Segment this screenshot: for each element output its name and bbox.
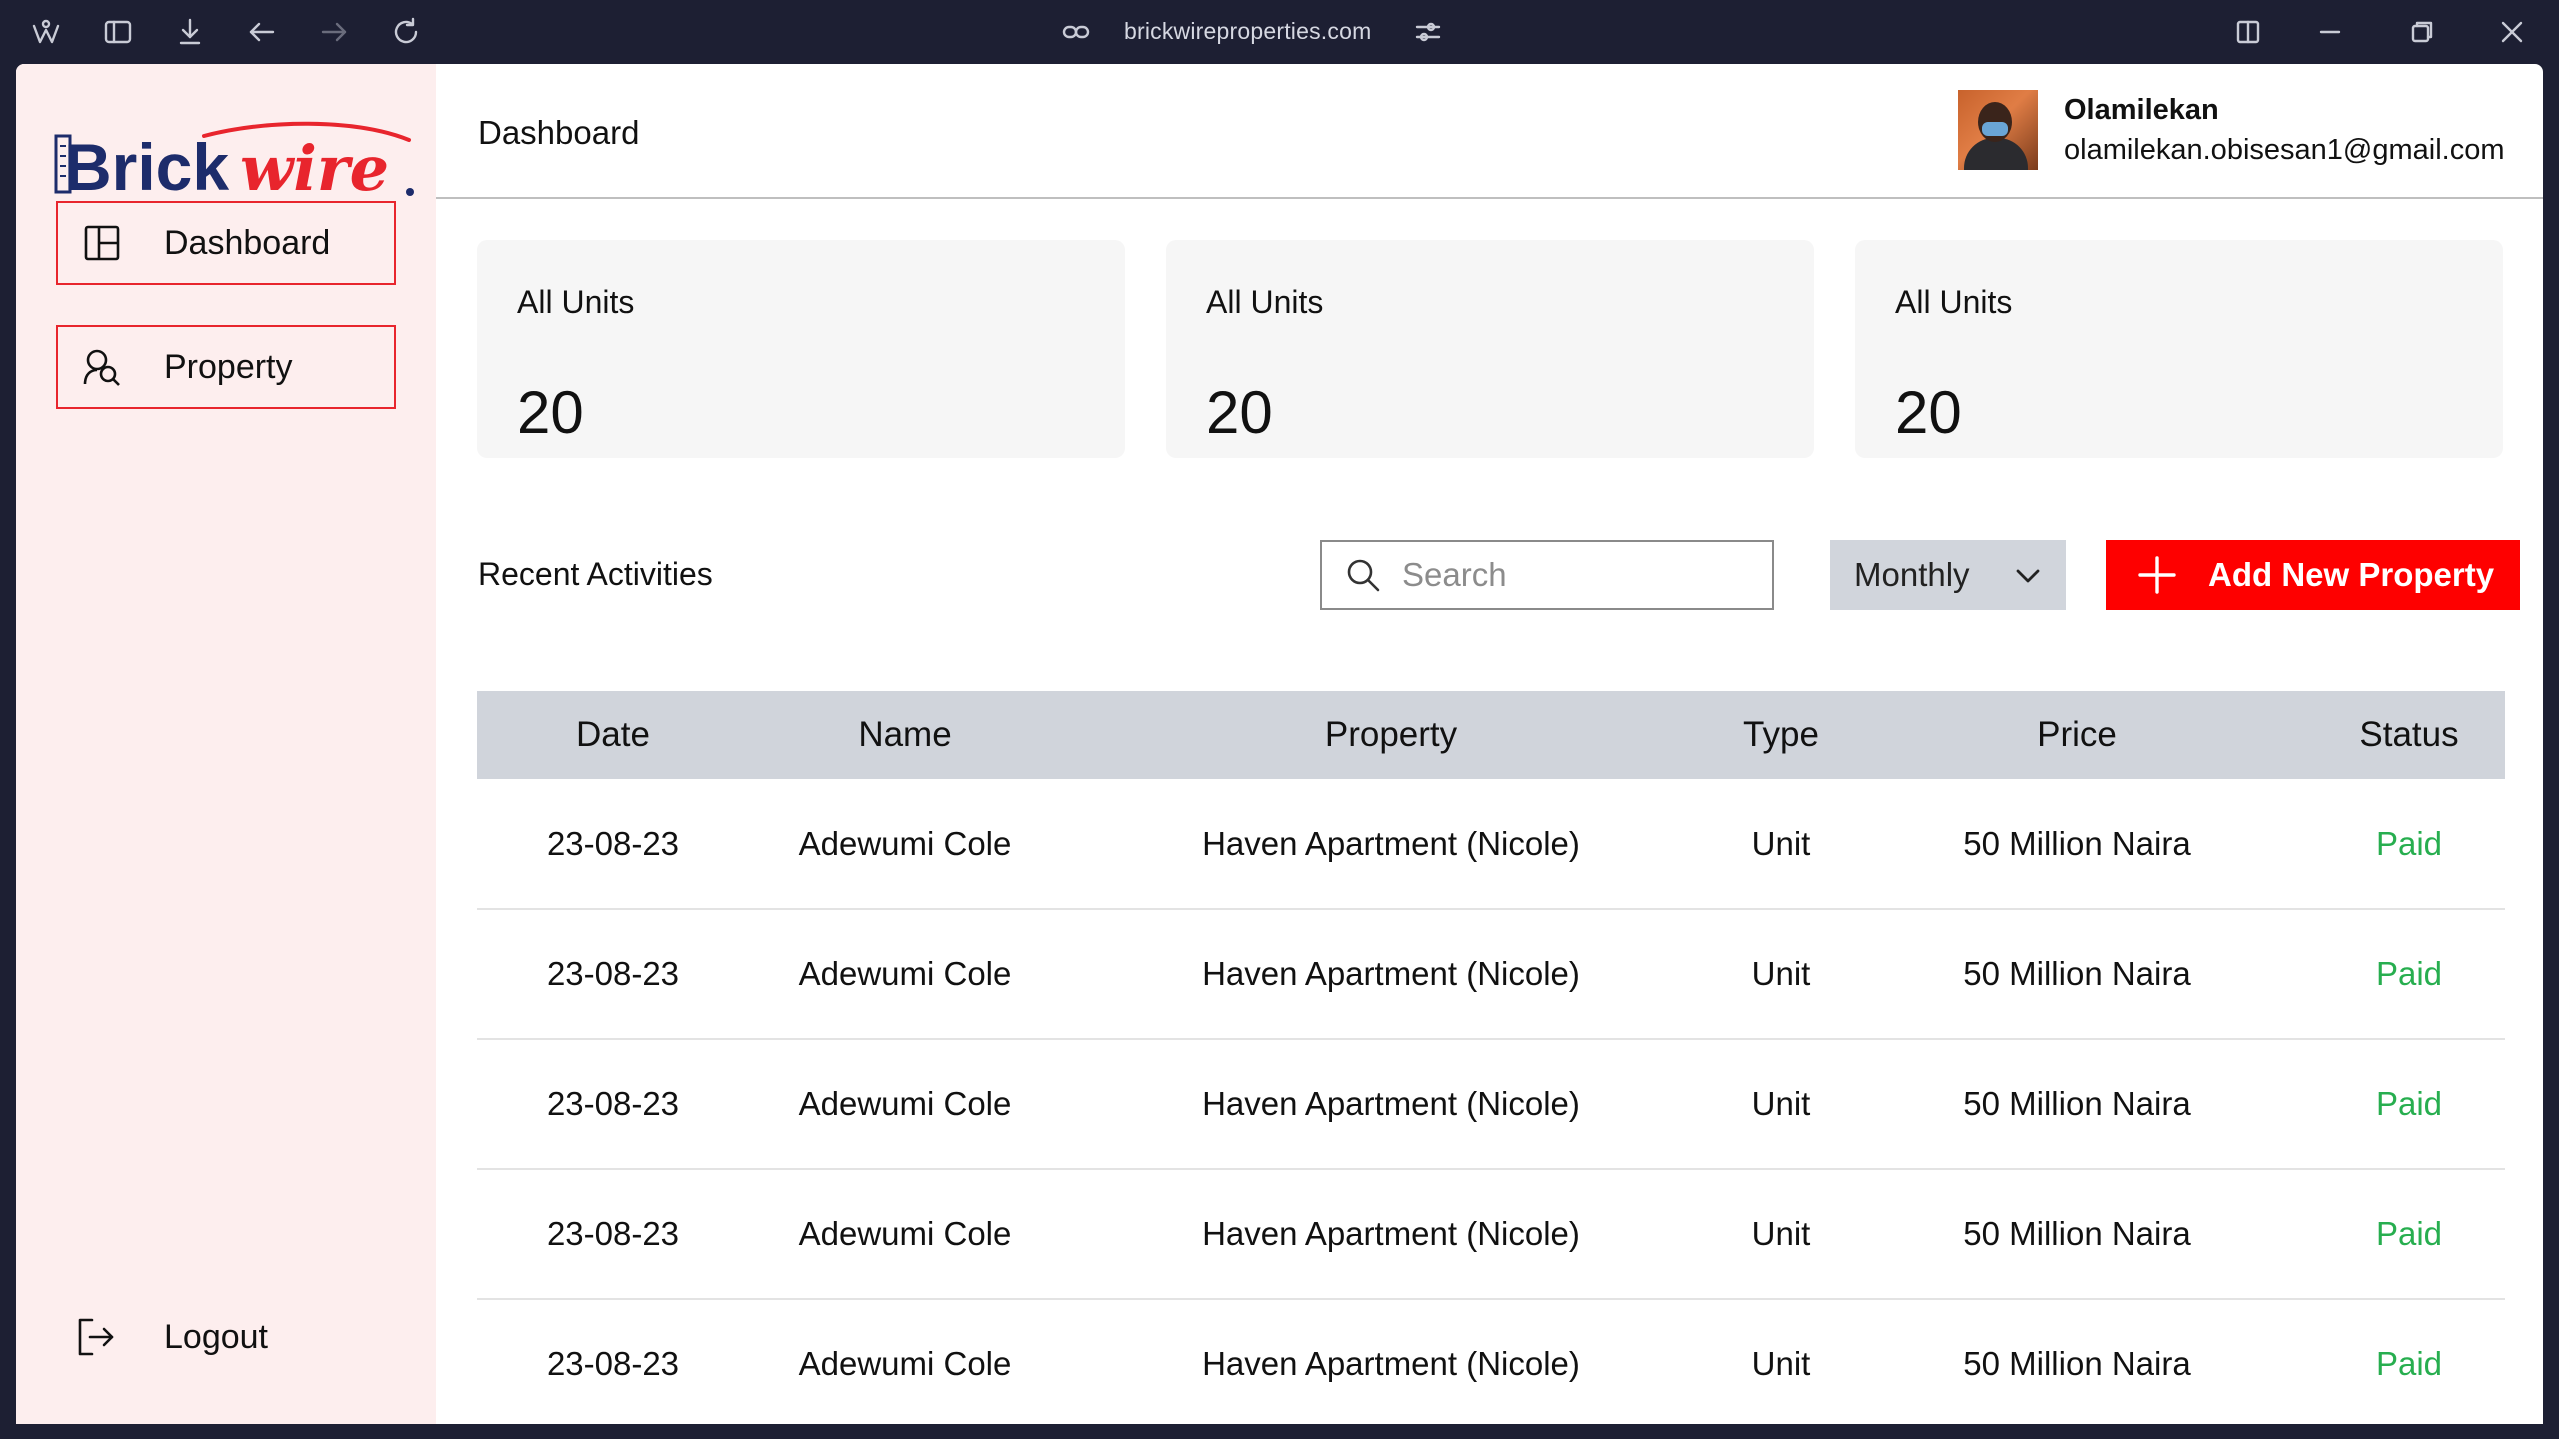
stat-label: All Units [1895, 284, 2013, 320]
recent-activities-title: Recent Activities [478, 556, 713, 592]
split-view-icon[interactable] [2230, 14, 2266, 50]
stat-label: All Units [1206, 284, 1324, 320]
sidebar-item-label: Property [164, 347, 293, 386]
sidebar-item-label: Dashboard [164, 223, 331, 262]
stat-card: All Units 20 [1855, 240, 2503, 458]
column-header-name[interactable]: Name [749, 691, 1061, 779]
forward-icon[interactable] [316, 14, 352, 50]
column-header-price[interactable]: Price [1841, 691, 2313, 779]
cell-status: Paid [2375, 955, 2443, 992]
cell-status: Paid [2375, 1085, 2443, 1122]
sidebar-item-property[interactable]: Property [56, 325, 396, 409]
column-header-status[interactable]: Status [2313, 691, 2505, 779]
user-email: olamilekan.obisesan1@gmail.com [2064, 134, 2505, 166]
plus-icon [2136, 554, 2178, 596]
stat-value: 20 [517, 379, 584, 446]
cell-date: 23-08-23 [546, 1345, 680, 1382]
stat-value: 20 [1206, 379, 1273, 446]
cell-date: 23-08-23 [546, 1085, 680, 1122]
stat-card: All Units 20 [1166, 240, 1814, 458]
table-row[interactable]: 23-08-23 Adewumi Cole Haven Apartment (N… [477, 1039, 2505, 1169]
cell-name: Adewumi Cole [798, 955, 1012, 992]
stat-card: All Units 20 [477, 240, 1125, 458]
cell-property: Haven Apartment (Nicole) [1202, 1215, 1580, 1252]
search-input[interactable] [1402, 556, 1762, 594]
cell-name: Adewumi Cole [798, 1345, 1012, 1382]
table-row[interactable]: 23-08-23 Adewumi Cole Haven Apartment (N… [477, 1169, 2505, 1299]
cell-date: 23-08-23 [546, 1215, 680, 1252]
activities-table: Date Name Property Type Price Status 23-… [477, 691, 2505, 1424]
cell-name: Adewumi Cole [798, 1085, 1012, 1122]
column-header-type[interactable]: Type [1721, 691, 1841, 779]
logout-button[interactable]: Logout [72, 1314, 268, 1360]
svg-text:wire: wire [240, 132, 389, 200]
cell-status: Paid [2375, 824, 2443, 862]
cell-property: Haven Apartment (Nicole) [1202, 1085, 1580, 1122]
brickwire-logo[interactable]: Brick wire [54, 100, 416, 205]
cell-name: Adewumi Cole [798, 1215, 1012, 1252]
chevron-down-icon [2012, 560, 2044, 592]
cell-status: Paid [2375, 1215, 2443, 1252]
logout-icon [72, 1314, 118, 1360]
cell-property: Haven Apartment (Nicole) [1202, 824, 1580, 862]
cell-price: 50 Million Naira [1963, 1215, 2191, 1252]
minimize-icon[interactable] [2312, 14, 2348, 50]
layout-icon [80, 221, 124, 265]
close-icon[interactable] [2494, 14, 2530, 50]
cell-price: 50 Million Naira [1963, 824, 2191, 862]
stat-label: All Units [517, 284, 635, 320]
site-settings-icon[interactable] [1410, 14, 1446, 50]
cell-property: Haven Apartment (Nicole) [1202, 1345, 1580, 1382]
cell-date: 23-08-23 [546, 955, 680, 992]
table-header-row: Date Name Property Type Price Status [477, 691, 2505, 779]
address-bar-url[interactable]: brickwireproperties.com [1124, 18, 1371, 45]
cell-price: 50 Million Naira [1963, 1085, 2191, 1122]
add-new-property-button[interactable]: Add New Property [2106, 540, 2520, 610]
column-header-date[interactable]: Date [477, 691, 749, 779]
cell-date: 23-08-23 [546, 824, 680, 862]
stat-value: 20 [1895, 379, 1962, 446]
sidebar-toggle-icon[interactable] [100, 14, 136, 50]
app-window: Brick wire Dashboard Property Logout Das… [16, 64, 2543, 1424]
sidebar: Brick wire Dashboard Property Logout [16, 64, 436, 1424]
sidebar-item-dashboard[interactable]: Dashboard [56, 201, 396, 285]
period-value: Monthly [1854, 556, 1970, 593]
back-icon[interactable] [244, 14, 280, 50]
cell-name: Adewumi Cole [798, 824, 1012, 862]
browser-menu-icon[interactable] [28, 14, 64, 50]
reload-icon[interactable] [388, 14, 424, 50]
table-row[interactable]: 23-08-23 Adewumi Cole Haven Apartment (N… [477, 1299, 2505, 1424]
cell-type: Unit [1751, 824, 1811, 862]
link-icon[interactable] [1058, 14, 1094, 50]
top-bar: Dashboard Olamilekan olamilekan.obisesan… [436, 64, 2543, 199]
browser-toolbar: brickwireproperties.com [0, 0, 2559, 64]
cell-type: Unit [1751, 955, 1811, 992]
cell-price: 50 Million Naira [1963, 1345, 2191, 1382]
avatar[interactable] [1958, 90, 2038, 170]
logout-label: Logout [164, 1317, 268, 1356]
table-row[interactable]: 23-08-23 Adewumi Cole Haven Apartment (N… [477, 779, 2505, 909]
column-header-property[interactable]: Property [1061, 691, 1721, 779]
page-title: Dashboard [478, 114, 640, 151]
cell-status: Paid [2375, 1345, 2443, 1382]
table-row[interactable]: 23-08-23 Adewumi Cole Haven Apartment (N… [477, 909, 2505, 1039]
cell-type: Unit [1751, 1085, 1811, 1122]
download-icon[interactable] [172, 14, 208, 50]
search-icon [1344, 556, 1382, 594]
user-search-icon [80, 345, 124, 389]
user-name: Olamilekan [2064, 94, 2219, 126]
restore-icon[interactable] [2404, 14, 2440, 50]
main-content: Dashboard Olamilekan olamilekan.obisesan… [436, 64, 2543, 1424]
cell-type: Unit [1751, 1345, 1811, 1382]
svg-text:Brick: Brick [64, 130, 229, 200]
cell-price: 50 Million Naira [1963, 955, 2191, 992]
period-select[interactable]: Monthly [1830, 540, 2066, 610]
add-new-property-label: Add New Property [2208, 556, 2495, 593]
search-box[interactable] [1320, 540, 1774, 610]
cell-property: Haven Apartment (Nicole) [1202, 955, 1580, 992]
cell-type: Unit [1751, 1215, 1811, 1252]
